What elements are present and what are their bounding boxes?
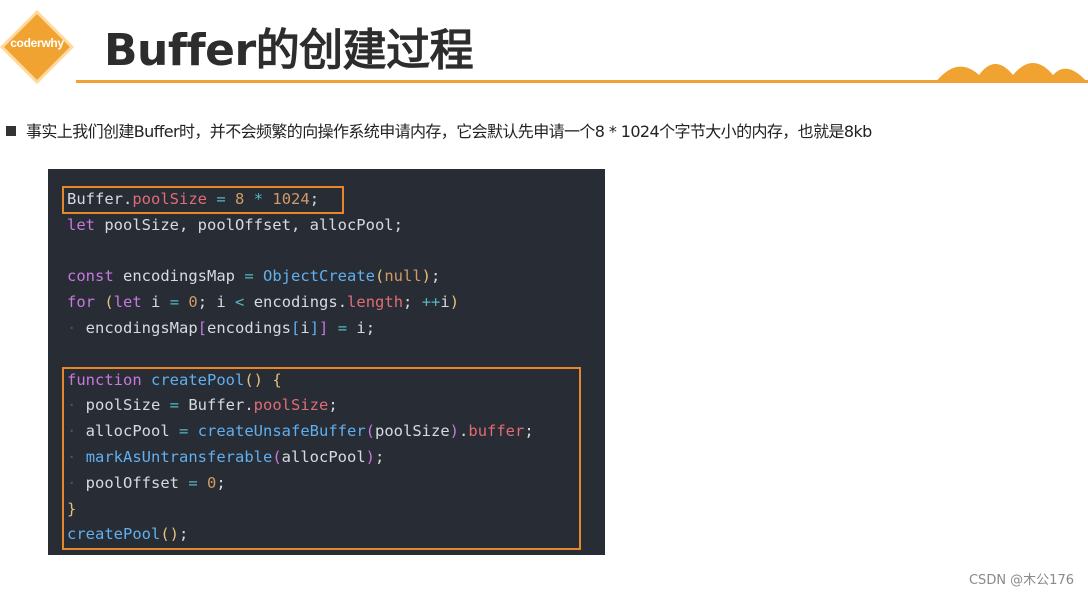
code-block: Buffer.poolSize = 8 * 1024; let poolSize… (48, 169, 605, 555)
code-text: Buffer.poolSize = 8 * 1024; let poolSize… (67, 187, 534, 548)
bullet-point: 事实上我们创建Buffer时，并不会频繁的向操作系统申请内存，它会默认先申请一个… (6, 118, 1088, 142)
code-line-10: · allocPool = createUnsafeBuffer(poolSiz… (67, 422, 534, 441)
code-line-2: let poolSize, poolOffset, allocPool; (67, 215, 403, 234)
csdn-watermark: CSDN @木公176 (968, 573, 1074, 588)
title-underline (76, 80, 1088, 83)
code-line-9: · poolSize = Buffer.poolSize; (67, 396, 338, 415)
bullet-text: 事实上我们创建Buffer时，并不会频繁的向操作系统申请内存，它会默认先申请一个… (26, 122, 872, 141)
code-line-12: · poolOffset = 0; (67, 473, 226, 492)
bullet-square-icon (6, 126, 16, 136)
coderwhy-logo: coderwhy (0, 10, 74, 84)
code-line-4: const encodingsMap = ObjectCreate(null); (67, 267, 441, 286)
code-line-6: · encodingsMap[encodings[i]] = i; (67, 318, 376, 337)
code-line-8: function createPool() { (67, 370, 282, 389)
slide-title: Buffer的创建过程 (104, 25, 474, 76)
code-line-1: Buffer.poolSize = 8 * 1024; (67, 190, 320, 208)
code-line-13: } (67, 499, 77, 518)
logo-text: coderwhy (10, 36, 64, 50)
code-line-5: for (let i = 0; i < encodings.length; ++… (67, 293, 460, 312)
code-line-11: · markAsUntransferable(allocPool); (67, 447, 385, 466)
code-line-14: createPool(); (67, 525, 189, 544)
decorative-waves (935, 63, 1088, 83)
